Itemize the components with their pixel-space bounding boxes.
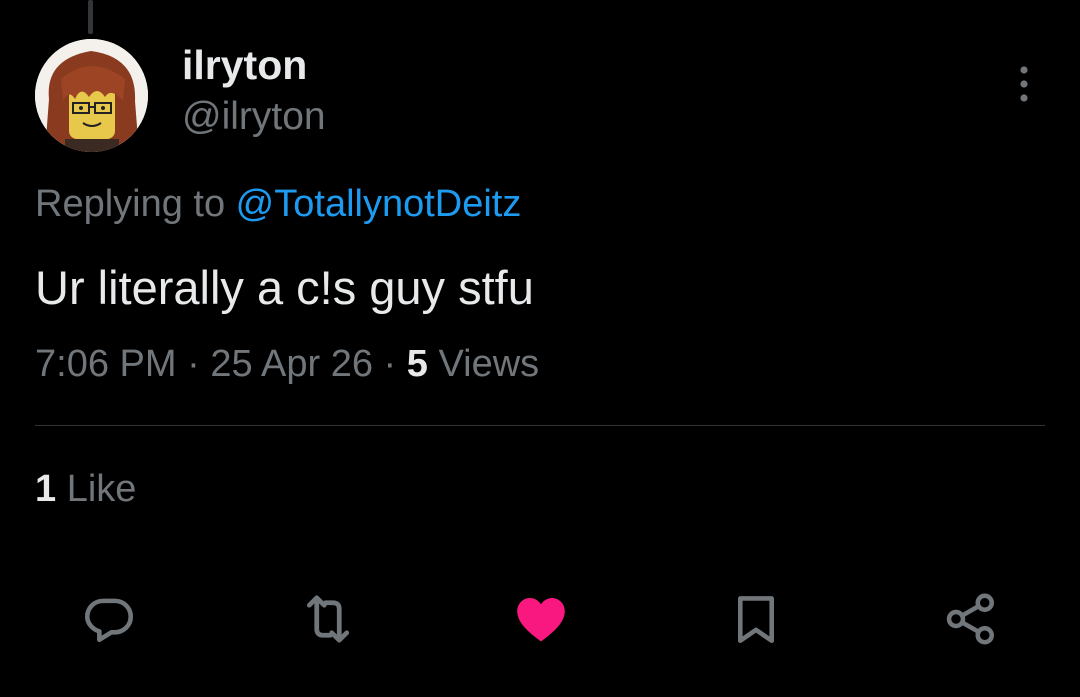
share-button[interactable] <box>940 588 1002 650</box>
heart-icon <box>517 598 565 642</box>
likes-summary[interactable]: 1 Like <box>35 468 136 511</box>
meta-separator: · <box>176 343 211 385</box>
divider <box>35 425 1045 426</box>
share-icon <box>946 593 994 645</box>
avatar[interactable] <box>35 39 148 152</box>
likes-label: Like <box>56 468 137 510</box>
replying-to-mention[interactable]: @TotallynotDeitz <box>236 183 522 225</box>
reply-icon <box>84 598 134 643</box>
tweet-metadata: 7:06 PM · 25 Apr 26 · 5 Views <box>35 343 539 386</box>
views-count: 5 <box>406 343 428 385</box>
tweet-text: Ur literally a c!s guy stfu <box>35 261 534 314</box>
reply-button[interactable] <box>78 588 140 650</box>
thread-connector-line <box>88 0 93 34</box>
author-display-name[interactable]: ilryton <box>182 42 307 89</box>
bookmark-button[interactable] <box>725 588 787 650</box>
replying-to-line: Replying to @TotallynotDeitz <box>35 183 521 226</box>
retweet-icon <box>306 595 350 643</box>
likes-count: 1 <box>35 468 57 510</box>
tweet-time[interactable]: 7:06 PM <box>35 343 177 385</box>
more-dots-icon <box>1020 66 1028 102</box>
avatar-image <box>35 39 148 152</box>
replying-to-prefix: Replying to <box>35 183 236 225</box>
views-label: Views <box>427 343 540 385</box>
more-options-button[interactable] <box>1002 60 1046 108</box>
bookmark-icon <box>737 596 775 644</box>
author-handle[interactable]: @ilryton <box>182 95 326 139</box>
tweet-date[interactable]: 25 Apr 26 <box>210 343 373 385</box>
retweet-button[interactable] <box>297 588 359 650</box>
meta-separator: · <box>373 343 407 385</box>
like-button[interactable] <box>510 588 572 650</box>
